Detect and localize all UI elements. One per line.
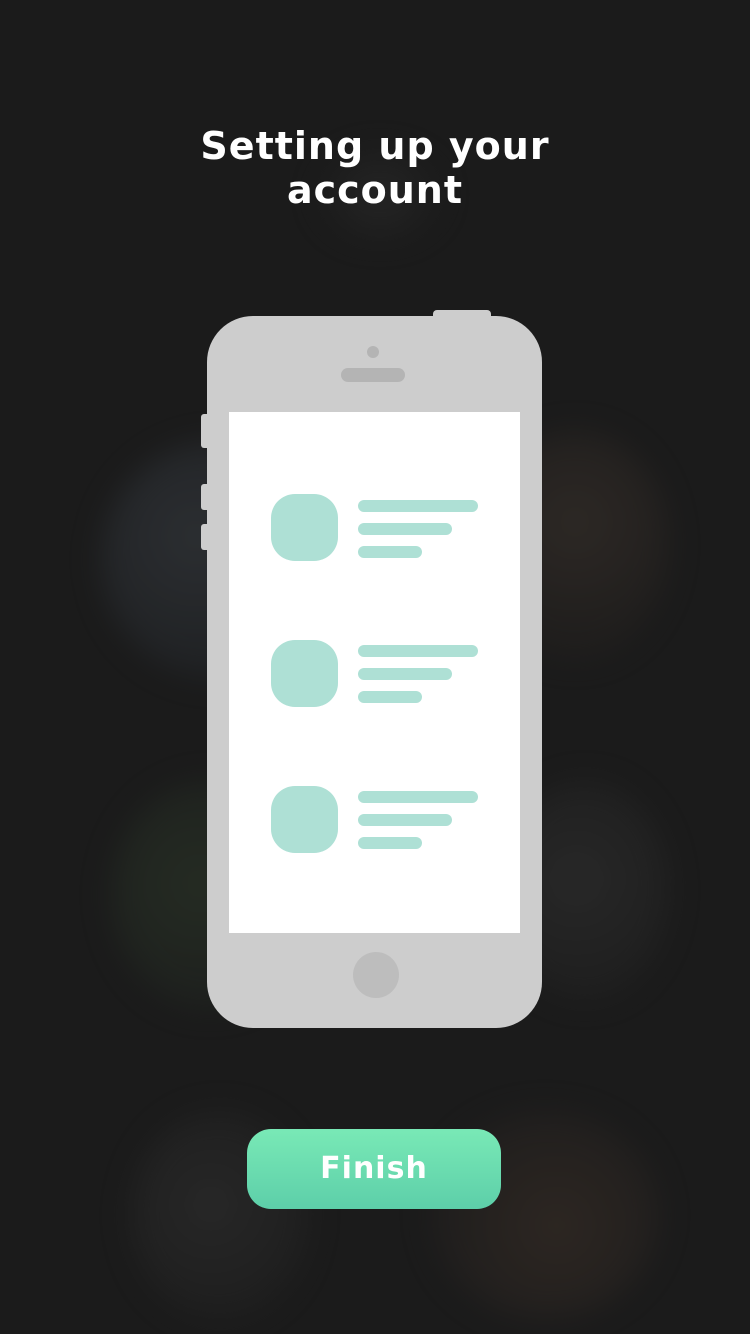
finish-button[interactable]: Finish xyxy=(247,1129,501,1209)
phone-home-button-icon xyxy=(353,952,399,998)
list-item-line-long xyxy=(358,500,478,512)
list-item-line-medium xyxy=(358,668,452,680)
list-item-line-long xyxy=(358,791,478,803)
list-item-line-short xyxy=(358,546,422,558)
page-title: Setting up your account xyxy=(0,124,750,212)
list-item-line-long xyxy=(358,645,478,657)
phone-camera-icon xyxy=(367,346,379,358)
list-item-line-medium xyxy=(358,523,452,535)
setup-screen: Setting up your account Finish xyxy=(0,0,750,1334)
page-title-line-1: Setting up your xyxy=(200,124,550,168)
list-item-avatar-icon xyxy=(271,494,338,561)
list-item-line-medium xyxy=(358,814,452,826)
list-item-avatar-icon xyxy=(271,786,338,853)
list-item-avatar-icon xyxy=(271,640,338,707)
phone-speaker-icon xyxy=(341,368,405,382)
list-item-line-short xyxy=(358,691,422,703)
list-item-line-short xyxy=(358,837,422,849)
page-title-line-2: account xyxy=(286,168,464,212)
